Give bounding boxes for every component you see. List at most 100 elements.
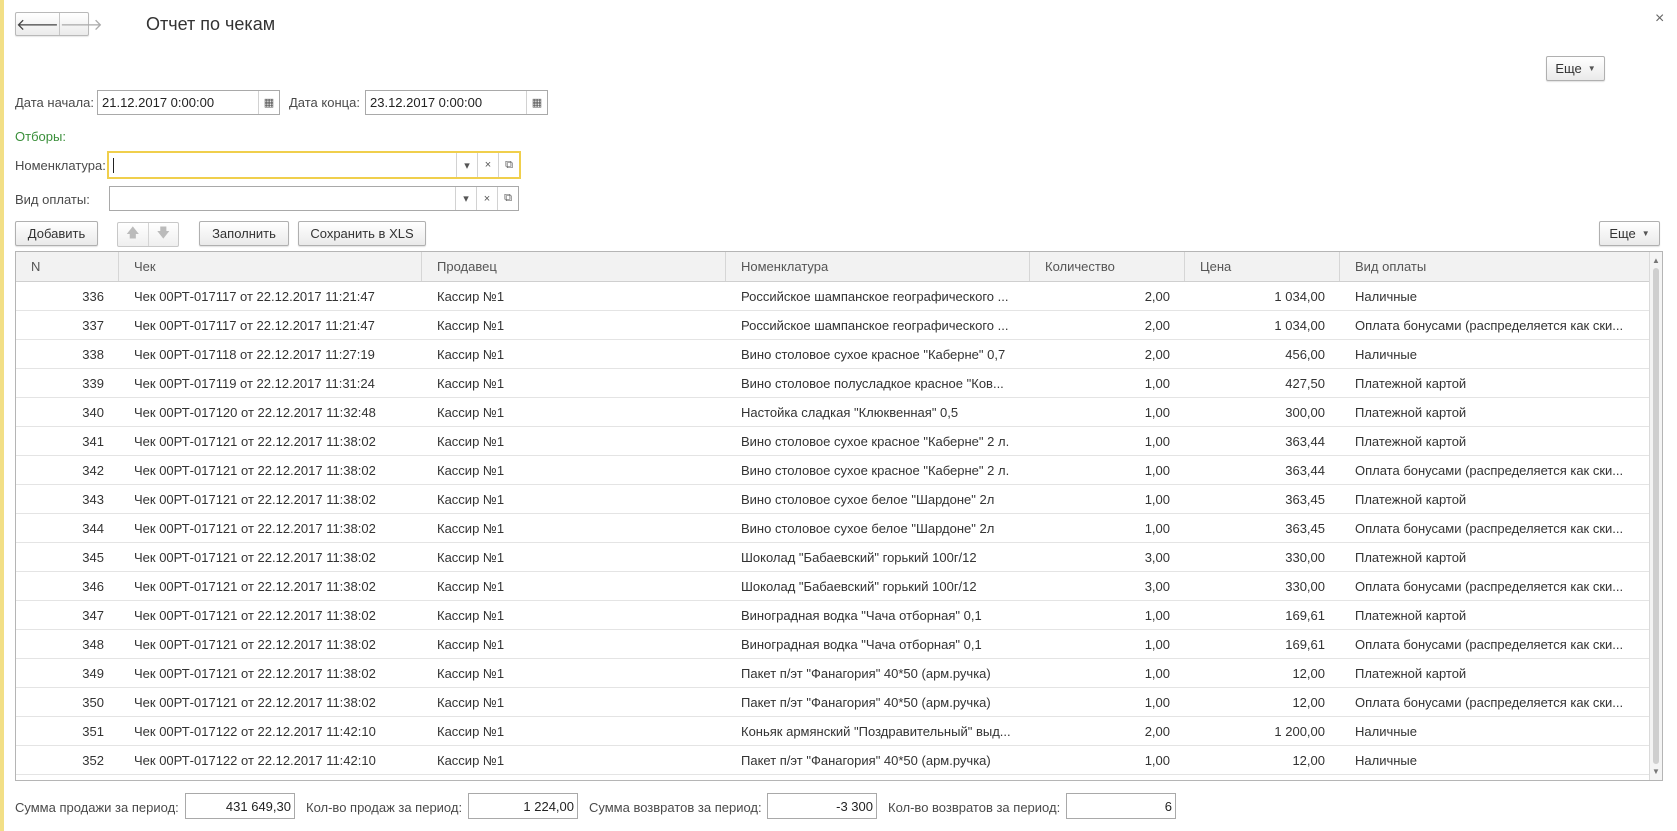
cell-payment-type: Платежной картой [1340, 398, 1650, 426]
add-button[interactable]: Добавить [15, 221, 98, 246]
table-row[interactable]: 349 Чек 00РТ-017121 от 22.12.2017 11:38:0… [16, 659, 1662, 688]
more-button-top[interactable]: Еще ▼ [1546, 56, 1605, 81]
cell-quantity: 2,00 [1030, 282, 1185, 310]
open-icon[interactable]: ⧉ [498, 153, 519, 177]
clear-icon[interactable]: × [476, 187, 497, 210]
returns-count-field[interactable]: 6 [1066, 793, 1176, 819]
table-row[interactable]: 341 Чек 00РТ-017121 от 22.12.2017 11:38:0… [16, 427, 1662, 456]
save-xls-button[interactable]: Сохранить в XLS [298, 221, 426, 246]
column-header-price[interactable]: Цена [1185, 252, 1340, 281]
scroll-thumb[interactable] [1653, 268, 1659, 764]
cell-nomenclature-text: Вино столовое полусладкое красное "Ков..… [741, 375, 1004, 391]
cell-payment-type: Платежной картой [1340, 601, 1650, 629]
receipts-table[interactable]: N Чек Продавец Номенклатура Количество Ц… [15, 251, 1663, 781]
cell-seller: Кассир №1 [422, 601, 726, 629]
table-row[interactable]: 339 Чек 00РТ-017119 от 22.12.2017 11:31:2… [16, 369, 1662, 398]
nomenclature-input[interactable] [109, 157, 456, 174]
more-button-table[interactable]: Еще ▼ [1599, 221, 1660, 246]
cell-payment-type-text: Платежной картой [1355, 607, 1467, 623]
sales-sum-field[interactable]: 431 649,30 [185, 793, 295, 819]
column-header-nomenclature[interactable]: Номенклатура [726, 252, 1030, 281]
column-header-payment-type[interactable]: Вид оплаты [1340, 252, 1650, 281]
cell-nomenclature-text: Вино столовое сухое белое "Шардоне" 2л [741, 491, 995, 507]
calendar-icon[interactable]: ▦ [258, 91, 279, 114]
start-date-field[interactable]: 21.12.2017 0:00:00 ▦ [97, 90, 280, 115]
cell-seller-text: Кассир №1 [437, 375, 505, 391]
table-row[interactable]: 340 Чек 00РТ-017120 от 22.12.2017 11:32:4… [16, 398, 1662, 427]
start-date-value[interactable]: 21.12.2017 0:00:00 [98, 95, 258, 110]
cell-quantity-text: 1,00 [1144, 752, 1170, 768]
fill-button[interactable]: Заполнить [199, 221, 289, 246]
cell-price: 363,44 [1185, 427, 1340, 455]
cell-payment-type-text: Платежной картой [1355, 433, 1467, 449]
table-row[interactable]: 351 Чек 00РТ-017122 от 22.12.2017 11:42:1… [16, 717, 1662, 746]
column-header-seller[interactable]: Продавец [422, 252, 726, 281]
cell-seller-text: Кассир №1 [437, 491, 505, 507]
nomenclature-field[interactable]: ▾ × ⧉ [107, 151, 521, 179]
table-row[interactable]: 343 Чек 00РТ-017121 от 22.12.2017 11:38:0… [16, 485, 1662, 514]
cell-quantity-text: 2,00 [1144, 346, 1170, 362]
cell-quantity: 3,00 [1030, 543, 1185, 571]
table-row[interactable]: 347 Чек 00РТ-017121 от 22.12.2017 11:38:0… [16, 601, 1662, 630]
cell-seller: Кассир №1 [422, 456, 726, 484]
column-header-receipt[interactable]: Чек [119, 252, 422, 281]
clear-icon[interactable]: × [477, 153, 498, 177]
cell-receipt: Чек 00РТ-017118 от 22.12.2017 11:27:19 [119, 340, 422, 368]
cell-receipt: Чек 00РТ-017122 от 22.12.2017 11:42:10 [119, 717, 422, 745]
cell-price-text: 169,61 [1285, 636, 1325, 652]
cell-receipt: Чек 00РТ-017121 от 22.12.2017 11:38:02 [119, 572, 422, 600]
close-icon[interactable]: × [1655, 10, 1664, 28]
forward-arrow-icon[interactable]: 🡒 [58, 13, 103, 35]
sales-count-field[interactable]: 1 224,00 [468, 793, 578, 819]
cell-quantity: 1,00 [1030, 456, 1185, 484]
table-row[interactable]: 350 Чек 00РТ-017121 от 22.12.2017 11:38:0… [16, 688, 1662, 717]
table-row[interactable]: 346 Чек 00РТ-017121 от 22.12.2017 11:38:0… [16, 572, 1662, 601]
table-row[interactable]: 337 Чек 00РТ-017117 от 22.12.2017 11:21:4… [16, 311, 1662, 340]
end-date-field[interactable]: 23.12.2017 0:00:00 ▦ [365, 90, 548, 115]
cell-price-text: 1 034,00 [1274, 288, 1325, 304]
cell-payment-type: Оплата бонусами (распределяется как ски.… [1340, 456, 1650, 484]
cell-n-text: 351 [82, 723, 104, 739]
scroll-down-icon[interactable]: ▼ [1652, 767, 1660, 776]
table-row[interactable]: 342 Чек 00РТ-017121 от 22.12.2017 11:38:0… [16, 456, 1662, 485]
scroll-up-icon[interactable]: ▲ [1652, 256, 1660, 265]
table-row[interactable]: 344 Чек 00РТ-017121 от 22.12.2017 11:38:0… [16, 514, 1662, 543]
table-row[interactable]: 338 Чек 00РТ-017118 от 22.12.2017 11:27:1… [16, 340, 1662, 369]
end-date-value[interactable]: 23.12.2017 0:00:00 [366, 95, 526, 110]
cell-nomenclature: Пакет п/эт "Фанагория" 40*50 (арм.ручка) [726, 659, 1030, 687]
cell-receipt: Чек 00РТ-017117 от 22.12.2017 11:21:47 [119, 311, 422, 339]
dropdown-chevron-icon[interactable]: ▾ [455, 187, 476, 210]
cell-receipt-text: Чек 00РТ-017121 от 22.12.2017 11:38:02 [134, 607, 376, 623]
cell-receipt: Чек 00РТ-017121 от 22.12.2017 11:38:02 [119, 630, 422, 658]
column-header-n[interactable]: N [16, 252, 119, 281]
cell-n-text: 336 [82, 288, 104, 304]
move-up-icon[interactable]: 🡅 [118, 223, 148, 246]
table-row[interactable]: 336 Чек 00РТ-017117 от 22.12.2017 11:21:4… [16, 282, 1662, 311]
cell-receipt-text: Чек 00РТ-017118 от 22.12.2017 11:27:19 [134, 346, 375, 362]
cell-seller: Кассир №1 [422, 369, 726, 397]
table-row[interactable]: 345 Чек 00РТ-017121 от 22.12.2017 11:38:0… [16, 543, 1662, 572]
table-row[interactable]: 352 Чек 00РТ-017122 от 22.12.2017 11:42:1… [16, 746, 1662, 775]
cell-quantity-text: 1,00 [1144, 404, 1170, 420]
cell-n-text: 340 [82, 404, 104, 420]
cell-nomenclature: Шоколад "Бабаевский" горький 100г/12 [726, 543, 1030, 571]
back-arrow-icon[interactable]: 🡐 [16, 13, 59, 35]
cell-price: 456,00 [1185, 340, 1340, 368]
vertical-scrollbar[interactable]: ▲ ▼ [1649, 252, 1662, 780]
cell-n-text: 349 [82, 665, 104, 681]
payment-type-field[interactable]: ▾ × ⧉ [109, 186, 519, 211]
returns-sum-field[interactable]: -3 300 [767, 793, 877, 819]
cell-quantity: 1,00 [1030, 746, 1185, 774]
table-row[interactable]: 348 Чек 00РТ-017121 от 22.12.2017 11:38:0… [16, 630, 1662, 659]
start-date-label: Дата начала: [15, 95, 94, 110]
dropdown-chevron-icon[interactable]: ▾ [456, 153, 477, 177]
cell-receipt-text: Чек 00РТ-017121 от 22.12.2017 11:38:02 [134, 578, 376, 594]
cell-receipt-text: Чек 00РТ-017119 от 22.12.2017 11:31:24 [134, 375, 375, 391]
cell-payment-type: Наличные [1340, 746, 1650, 774]
calendar-icon[interactable]: ▦ [526, 91, 547, 114]
move-down-icon[interactable]: 🡇 [147, 223, 179, 246]
cell-nomenclature: Коньяк армянский "Поздравительный" выд..… [726, 717, 1030, 745]
cell-payment-type: Платежной картой [1340, 659, 1650, 687]
column-header-quantity[interactable]: Количество [1030, 252, 1185, 281]
open-icon[interactable]: ⧉ [497, 187, 518, 210]
